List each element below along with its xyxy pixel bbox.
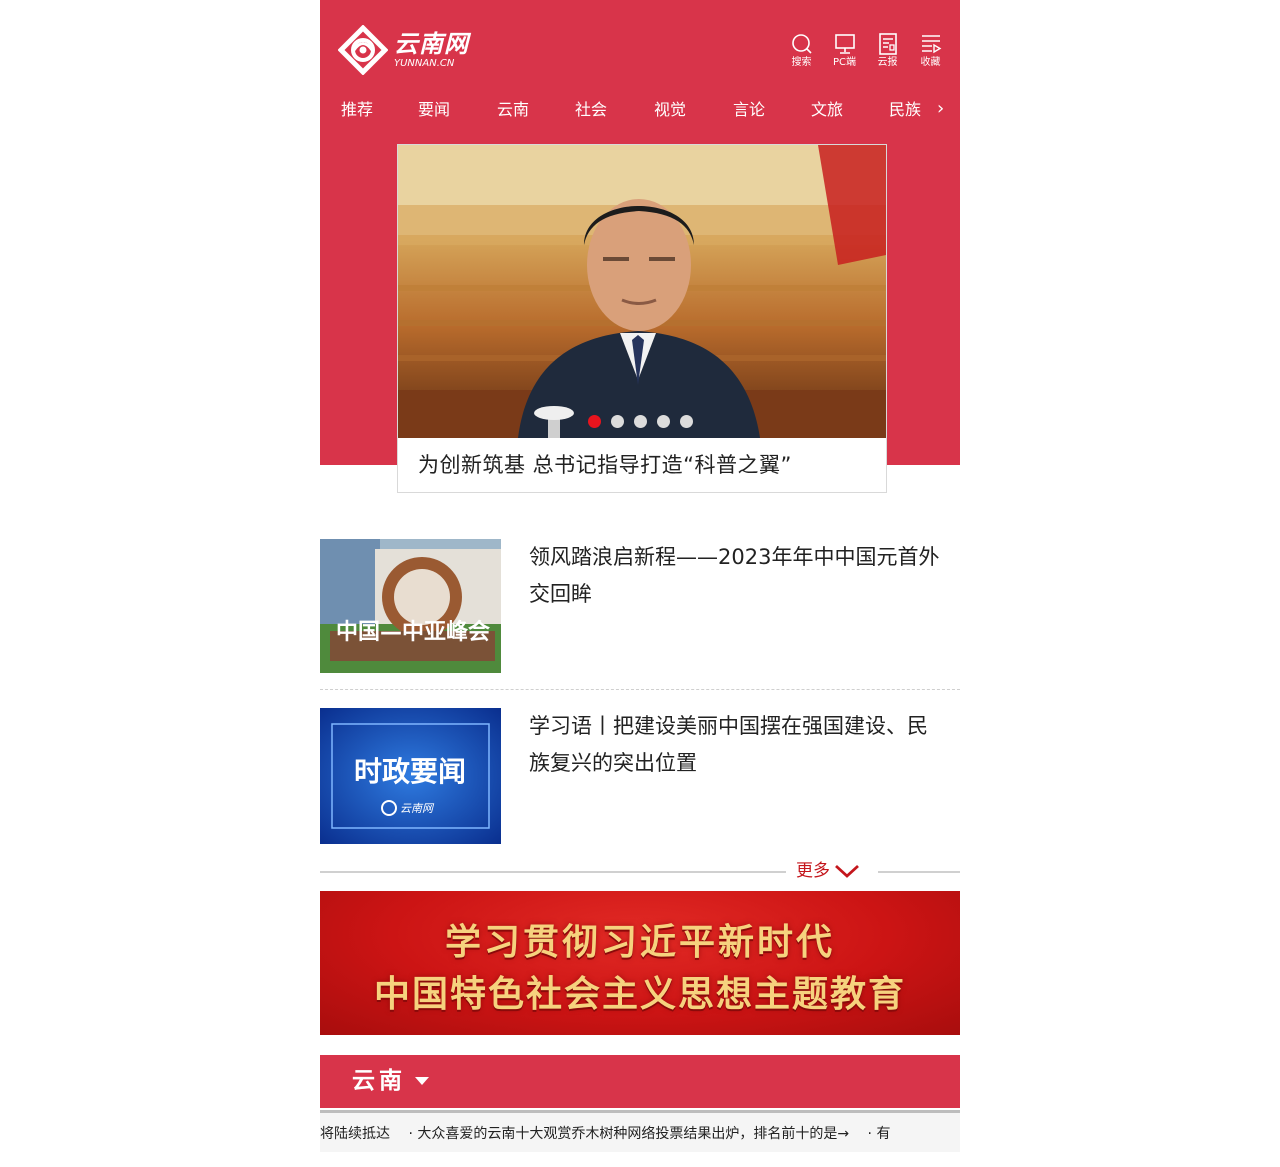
search-button[interactable]: 搜索 bbox=[780, 32, 823, 69]
logo-subtitle: YUNNAN.CN bbox=[394, 58, 455, 69]
hero-carousel[interactable]: 为创新筑基 总书记指导打造“科普之翼” bbox=[397, 144, 887, 493]
nav-item-ethnic[interactable]: 民族 bbox=[889, 96, 921, 124]
section-header-yunnan: 云南 bbox=[320, 1055, 960, 1108]
more-label: 更多 bbox=[796, 861, 830, 881]
nav-item-opinion[interactable]: 言论 bbox=[733, 96, 765, 124]
pc-icon bbox=[834, 34, 855, 54]
banner-line-2: 中国特色社会主义思想主题教育 bbox=[373, 974, 906, 1015]
news-title[interactable]: 领风踏浪启新程——2023年年中中国元首外交回眸 bbox=[529, 539, 945, 613]
carousel-dot-5[interactable] bbox=[680, 415, 693, 428]
logo-title: 云南网 bbox=[394, 30, 469, 58]
ticker-item[interactable]: 将陆续抵达 bbox=[320, 1126, 390, 1142]
banner-line-1: 学习贯彻习近平新时代 bbox=[444, 922, 835, 963]
channel-nav: 推荐 要闻 云南 社会 视觉 言论 文旅 民族 › bbox=[320, 96, 960, 124]
ticker-item[interactable]: · 大众喜爱的云南十大观赏乔木树种网络投票结果出炉，排名前十的是→ bbox=[408, 1126, 849, 1142]
theme-education-banner[interactable]: 学习贯彻习近平新时代 中国特色社会主义思想主题教育 bbox=[320, 891, 960, 1035]
nav-item-culture-tourism[interactable]: 文旅 bbox=[811, 96, 843, 124]
news-thumbnail-image: 时政要闻 云南网 bbox=[320, 708, 501, 844]
mobile-page: 云南网 YUNNAN.CN 搜索 PC端 云报 收藏 推荐 要闻 云南 社会 视… bbox=[320, 0, 960, 1167]
news-thumbnail-image: 中国—中亚峰会 bbox=[320, 539, 501, 673]
search-icon bbox=[791, 34, 812, 54]
more-line-left bbox=[320, 871, 786, 873]
thumb-logo: 云南网 bbox=[400, 802, 435, 815]
carousel-dot-2[interactable] bbox=[611, 415, 624, 428]
carousel-dot-4[interactable] bbox=[657, 415, 670, 428]
section-title[interactable]: 云南 bbox=[352, 1055, 406, 1108]
site-logo[interactable]: 云南网 YUNNAN.CN bbox=[338, 24, 469, 76]
carousel-indicators bbox=[588, 415, 703, 428]
newspaper-button[interactable]: 云报 bbox=[866, 32, 909, 69]
nav-item-visual[interactable]: 视觉 bbox=[654, 96, 686, 124]
carousel-dot-3[interactable] bbox=[634, 415, 647, 428]
bookmark-button[interactable]: 收藏 bbox=[909, 32, 952, 69]
news-thumbnail[interactable]: 中国—中亚峰会 bbox=[320, 539, 501, 673]
newspaper-icon bbox=[878, 33, 897, 55]
pc-label: PC端 bbox=[832, 57, 856, 68]
news-item[interactable]: 中国—中亚峰会 领风踏浪启新程——2023年年中中国元首外交回眸 bbox=[320, 539, 960, 673]
news-item[interactable]: 时政要闻 云南网 学习语丨把建设美丽中国摆在强国建设、民族复兴的突出位置 bbox=[320, 708, 960, 844]
hero-caption[interactable]: 为创新筑基 总书记指导打造“科普之翼” bbox=[418, 438, 878, 492]
nav-item-society[interactable]: 社会 bbox=[575, 96, 607, 124]
news-divider bbox=[320, 689, 960, 690]
caret-down-icon[interactable] bbox=[415, 1077, 429, 1085]
more-row: 更多 bbox=[320, 858, 960, 884]
hero-image[interactable] bbox=[398, 145, 886, 438]
thumb-caption: 时政要闻 bbox=[354, 755, 466, 788]
logo-mark-icon bbox=[338, 25, 388, 75]
bookmark-icon bbox=[921, 35, 941, 54]
nav-item-recommend[interactable]: 推荐 bbox=[341, 96, 373, 124]
hero-illustration bbox=[398, 145, 886, 438]
bookmark-label: 收藏 bbox=[920, 57, 941, 68]
carousel-dot-1[interactable] bbox=[588, 415, 601, 428]
chevron-down-icon bbox=[835, 864, 859, 878]
header-toolbar: 搜索 PC端 云报 收藏 bbox=[780, 32, 952, 69]
pc-version-button[interactable]: PC端 bbox=[823, 32, 866, 69]
search-label: 搜索 bbox=[791, 57, 812, 68]
nav-more-arrow-icon[interactable]: › bbox=[937, 96, 944, 122]
more-line-right bbox=[878, 871, 960, 873]
more-button[interactable]: 更多 bbox=[796, 858, 860, 884]
ticker-item[interactable]: · 有 bbox=[868, 1126, 891, 1142]
nav-item-yunnan[interactable]: 云南 bbox=[497, 96, 529, 124]
newspaper-label: 云报 bbox=[877, 57, 898, 68]
news-ticker: 将陆续抵达 · 大众喜爱的云南十大观赏乔木树种网络投票结果出炉，排名前十的是→ … bbox=[320, 1110, 960, 1152]
nav-item-headlines[interactable]: 要闻 bbox=[418, 96, 450, 124]
news-title[interactable]: 学习语丨把建设美丽中国摆在强国建设、民族复兴的突出位置 bbox=[529, 708, 945, 782]
thumb-caption: 中国—中亚峰会 bbox=[336, 619, 490, 645]
news-thumbnail[interactable]: 时政要闻 云南网 bbox=[320, 708, 501, 844]
